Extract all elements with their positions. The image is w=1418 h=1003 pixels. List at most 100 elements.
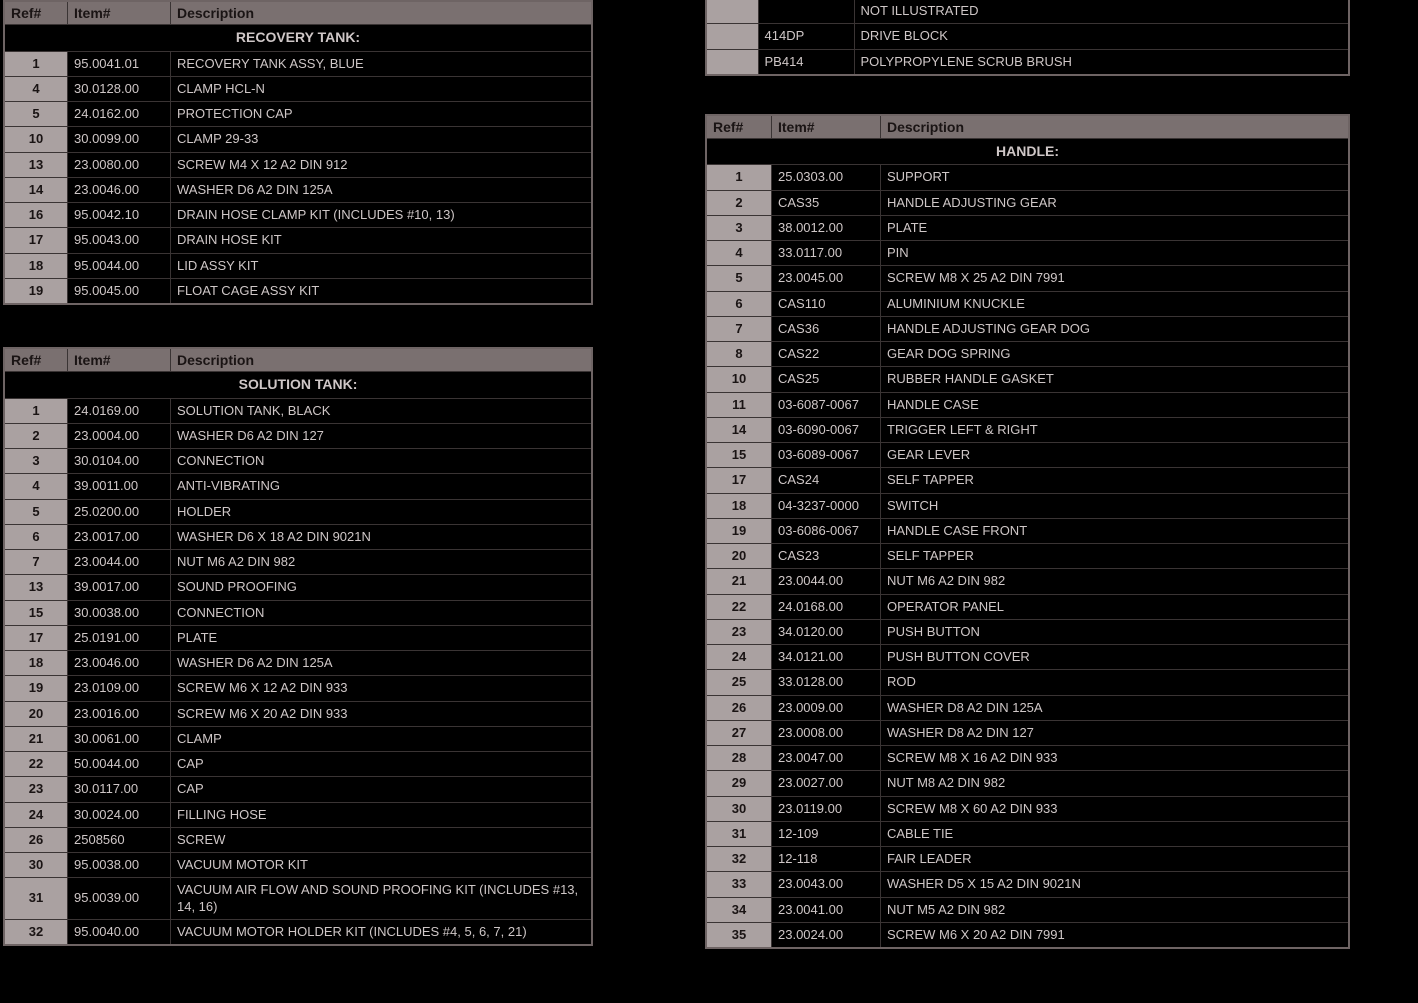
- table-row: 3323.0043.00WASHER D5 X 15 A2 DIN 9021N: [706, 872, 1349, 897]
- cell-ref: 2: [706, 190, 772, 215]
- table-row: 1403-6090-0067TRIGGER LEFT & RIGHT: [706, 417, 1349, 442]
- cell-ref: 18: [4, 253, 68, 278]
- cell-desc: DRIVE BLOCK: [854, 24, 1349, 49]
- table-row: 7CAS36HANDLE ADJUSTING GEAR DOG: [706, 316, 1349, 341]
- table-row: 330.0104.00CONNECTION: [4, 449, 592, 474]
- cell-item: 39.0011.00: [68, 474, 171, 499]
- table-row: 3095.0038.00VACUUM MOTOR KIT: [4, 853, 592, 878]
- table-row: 1795.0043.00DRAIN HOSE KIT: [4, 228, 592, 253]
- table-row: 3295.0040.00VACUUM MOTOR HOLDER KIT (INC…: [4, 919, 592, 945]
- cell-ref: 32: [4, 919, 68, 945]
- cell-ref: 4: [706, 241, 772, 266]
- cell-ref: 25: [706, 670, 772, 695]
- cell-ref: 1: [706, 165, 772, 190]
- cell-item: 30.0038.00: [68, 600, 171, 625]
- cell-ref: 24: [706, 645, 772, 670]
- table-row: 525.0200.00HOLDER: [4, 499, 592, 524]
- cell-item: 38.0012.00: [772, 215, 881, 240]
- cell-item: 23.0044.00: [772, 569, 881, 594]
- cell-item: 34.0120.00: [772, 619, 881, 644]
- cell-ref: 21: [4, 726, 68, 751]
- table-row: 2723.0008.00WASHER D8 A2 DIN 127: [706, 720, 1349, 745]
- table-row: 1804-3237-0000SWITCH: [706, 493, 1349, 518]
- cell-item: CAS110: [772, 291, 881, 316]
- cell-item: 39.0017.00: [68, 575, 171, 600]
- cell-desc: NUT M6 A2 DIN 982: [171, 550, 593, 575]
- cell-desc: TRIGGER LEFT & RIGHT: [881, 417, 1350, 442]
- col-desc-header: Description: [171, 348, 593, 372]
- cell-desc: PIN: [881, 241, 1350, 266]
- table-row: 6CAS110ALUMINIUM KNUCKLE: [706, 291, 1349, 316]
- cell-item: 23.0041.00: [772, 897, 881, 922]
- cell-ref: 32: [706, 847, 772, 872]
- cell-desc: DRAIN HOSE CLAMP KIT (INCLUDES #10, 13): [171, 203, 593, 228]
- cell-ref: 17: [4, 625, 68, 650]
- cell-item: CAS36: [772, 316, 881, 341]
- section-title: RECOVERY TANK:: [4, 25, 592, 52]
- cell-ref: 23: [706, 619, 772, 644]
- cell-ref: 5: [4, 102, 68, 127]
- table-row: 3523.0024.00SCREW M6 X 20 A2 DIN 7991: [706, 922, 1349, 948]
- cell-item: 23.0043.00: [772, 872, 881, 897]
- table-row: 10CAS25RUBBER HANDLE GASKET: [706, 367, 1349, 392]
- cell-ref: 28: [706, 746, 772, 771]
- cell-desc: HANDLE ADJUSTING GEAR DOG: [881, 316, 1350, 341]
- cell-ref: 27: [706, 720, 772, 745]
- section-title-text: HANDLE:: [706, 138, 1349, 165]
- table-row: 523.0045.00SCREW M8 X 25 A2 DIN 7991: [706, 266, 1349, 291]
- cell-ref: 34: [706, 897, 772, 922]
- cell-desc: PLATE: [881, 215, 1350, 240]
- cell-desc: SCREW M4 X 12 A2 DIN 912: [171, 152, 593, 177]
- table-row: 2923.0027.00NUT M8 A2 DIN 982: [706, 771, 1349, 796]
- section-title: SOLUTION TANK:: [4, 372, 592, 399]
- cell-item: 30.0104.00: [68, 449, 171, 474]
- table-row: 723.0044.00NUT M6 A2 DIN 982: [4, 550, 592, 575]
- table-row: 433.0117.00PIN: [706, 241, 1349, 266]
- cell-ref: 5: [4, 499, 68, 524]
- cell-item: 03-6089-0067: [772, 443, 881, 468]
- cell-desc: SOLUTION TANK, BLACK: [171, 398, 593, 423]
- table-row: 414DPDRIVE BLOCK: [706, 24, 1349, 49]
- cell-ref: [706, 24, 758, 49]
- solution-tank-table: Ref# Item# Description SOLUTION TANK: 12…: [3, 347, 593, 946]
- cell-desc: VACUUM AIR FLOW AND SOUND PROOFING KIT (…: [171, 878, 593, 920]
- cell-desc: SWITCH: [881, 493, 1350, 518]
- cell-ref: 11: [706, 392, 772, 417]
- cell-desc: SOUND PROOFING: [171, 575, 593, 600]
- cell-desc: ANTI-VIBRATING: [171, 474, 593, 499]
- cell-desc: SUPPORT: [881, 165, 1350, 190]
- cell-ref: 1: [4, 51, 68, 76]
- cell-item: CAS35: [772, 190, 881, 215]
- cell-item: 03-6087-0067: [772, 392, 881, 417]
- cell-item: PB414: [758, 49, 854, 75]
- cell-item: 414DP: [758, 24, 854, 49]
- table-row: 2CAS35HANDLE ADJUSTING GEAR: [706, 190, 1349, 215]
- cell-ref: 24: [4, 802, 68, 827]
- table-header-row: Ref# Item# Description: [4, 348, 592, 372]
- cell-desc: FAIR LEADER: [881, 847, 1350, 872]
- table-row: 2434.0121.00PUSH BUTTON COVER: [706, 645, 1349, 670]
- cell-ref: 31: [706, 821, 772, 846]
- cell-ref: 8: [706, 342, 772, 367]
- cell-desc: CLAMP HCL-N: [171, 76, 593, 101]
- cell-desc: SCREW M8 X 16 A2 DIN 933: [881, 746, 1350, 771]
- cell-desc: RECOVERY TANK ASSY, BLUE: [171, 51, 593, 76]
- table-row: 430.0128.00CLAMP HCL-N: [4, 76, 592, 101]
- cell-ref: 21: [706, 569, 772, 594]
- cell-ref: 4: [4, 474, 68, 499]
- table-row: 1103-6087-0067HANDLE CASE: [706, 392, 1349, 417]
- cell-desc: ROD: [881, 670, 1350, 695]
- cell-desc: WASHER D6 A2 DIN 127: [171, 423, 593, 448]
- cell-item: 25.0303.00: [772, 165, 881, 190]
- cell-desc: SELF TAPPER: [881, 544, 1350, 569]
- cell-item: 95.0039.00: [68, 878, 171, 920]
- cell-desc: OPERATOR PANEL: [881, 594, 1350, 619]
- col-item-header: Item#: [772, 115, 881, 139]
- cell-desc: WASHER D8 A2 DIN 125A: [881, 695, 1350, 720]
- table-row: 2623.0009.00WASHER D8 A2 DIN 125A: [706, 695, 1349, 720]
- table-row: 1323.0080.00SCREW M4 X 12 A2 DIN 912: [4, 152, 592, 177]
- table-row: 223.0004.00WASHER D6 A2 DIN 127: [4, 423, 592, 448]
- table-row: 3023.0119.00SCREW M8 X 60 A2 DIN 933: [706, 796, 1349, 821]
- table-row: 2224.0168.00OPERATOR PANEL: [706, 594, 1349, 619]
- cell-item: 03-6090-0067: [772, 417, 881, 442]
